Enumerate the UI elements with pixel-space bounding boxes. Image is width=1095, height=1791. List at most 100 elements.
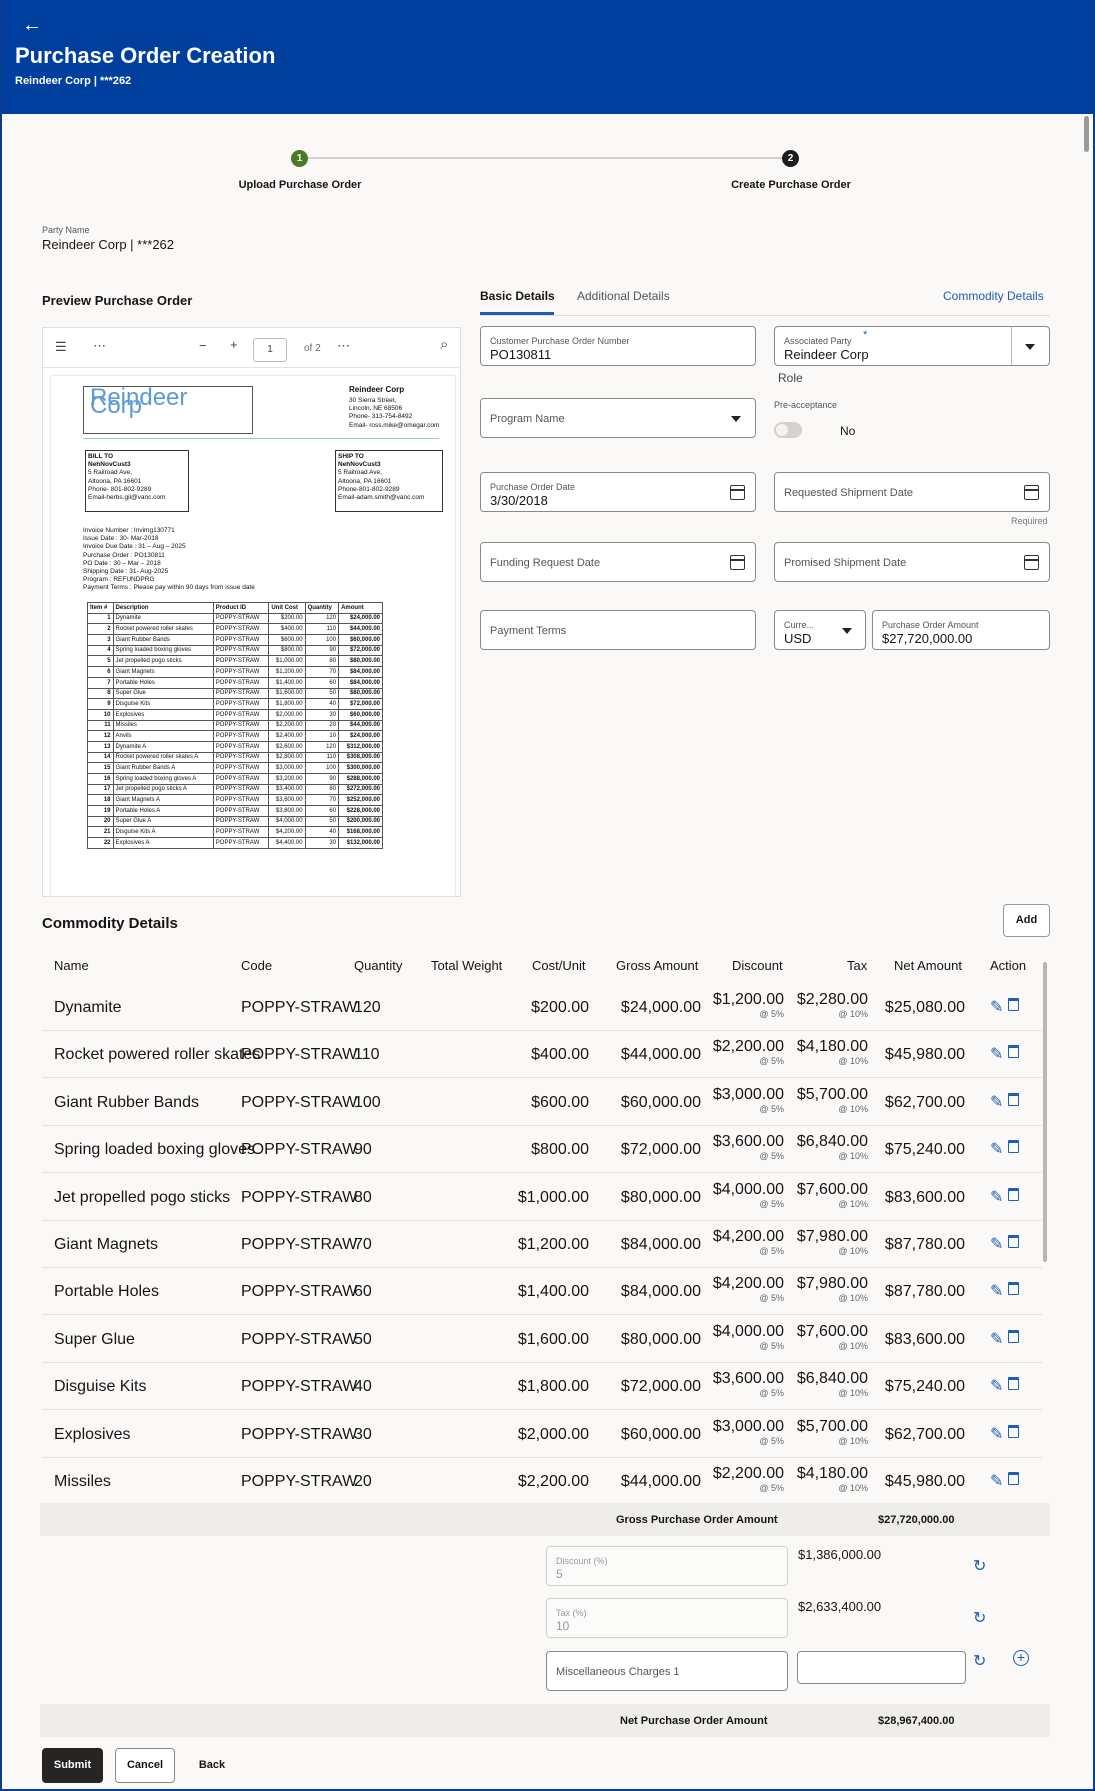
commodity-row[interactable]: Portable Holes POPPY-STRAW 60 $1,400.00 $84,…: [42, 1268, 1042, 1316]
doc-table-cell: POPPY-STRAW: [212, 644, 270, 657]
back-button[interactable]: Back: [192, 1748, 232, 1783]
customer-po-number-field[interactable]: Customer Purchase Order Number PO130811: [480, 326, 756, 366]
edit-icon[interactable]: ✎: [990, 1187, 1003, 1207]
delete-icon[interactable]: [1008, 1472, 1019, 1485]
funding-request-date-field[interactable]: Funding Request Date: [480, 542, 756, 582]
delete-icon[interactable]: [1008, 1187, 1019, 1201]
page-scrollbar[interactable]: [1083, 114, 1091, 1791]
tab-commodity-details[interactable]: Commodity Details: [943, 289, 1044, 303]
doc-table-cell: 10: [304, 730, 340, 742]
commodity-row[interactable]: Disguise Kits POPPY-STRAW 40 $1,800.00 $72,0…: [42, 1363, 1042, 1411]
commodity-row[interactable]: Jet propelled pogo sticks POPPY-STRAW 80 $1…: [42, 1174, 1042, 1221]
edit-icon[interactable]: ✎: [990, 997, 1003, 1017]
edit-icon[interactable]: ✎: [990, 1376, 1003, 1396]
commodity-title: Commodity Details: [42, 915, 178, 932]
delete-icon[interactable]: [1008, 1045, 1019, 1059]
pdf-menu-icon[interactable]: ☰: [55, 339, 67, 355]
commodity-row[interactable]: Giant Magnets POPPY-STRAW 70 $1,200.00 $84,0…: [42, 1221, 1042, 1268]
commodity-table-body[interactable]: Dynamite POPPY-STRAW 120 $200.00 $24,000.00 $…: [42, 984, 1042, 1498]
delete-icon[interactable]: [1008, 1235, 1019, 1248]
edit-icon[interactable]: ✎: [990, 1092, 1003, 1112]
delete-icon[interactable]: [1008, 1377, 1019, 1391]
edit-icon[interactable]: ✎: [990, 1281, 1003, 1301]
delete-icon[interactable]: [1008, 1282, 1019, 1296]
doc-table-cell: 50: [304, 815, 340, 828]
table-scrollbar[interactable]: [1043, 962, 1047, 1262]
payment-terms-field[interactable]: Payment Terms: [480, 610, 756, 650]
bill-to-line: NehNovCust3: [88, 461, 131, 469]
refresh-icon[interactable]: ↻: [973, 1608, 986, 1628]
doc-table-cell: POPPY-STRAW: [212, 623, 270, 636]
col-header-discount: Discount: [732, 958, 783, 973]
doc-table-cell: 15: [87, 762, 114, 774]
edit-icon[interactable]: ✎: [990, 1424, 1003, 1444]
pdf-page-input[interactable]: 1: [253, 338, 287, 362]
chevron-down-icon[interactable]: [842, 628, 852, 634]
calendar-icon[interactable]: [1024, 555, 1039, 570]
commodity-row[interactable]: Rocket powered roller skates POPPY-STRAW 1…: [42, 1031, 1042, 1079]
program-name-select[interactable]: Program Name: [480, 398, 756, 438]
commodity-quantity: 50: [354, 1330, 372, 1348]
doc-table-row: 9 Disguise Kits POPPY-STRAW $1,800.00 40 $72,…: [87, 698, 383, 710]
commodity-discount: $3,600.00 @ 5%: [713, 1133, 784, 1161]
commodity-quantity: 60: [354, 1283, 372, 1301]
misc-charges-field[interactable]: Miscellaneous Charges 1: [546, 1651, 788, 1691]
edit-icon[interactable]: ✎: [990, 1329, 1003, 1349]
pdf-more-icon-2[interactable]: ⋯: [337, 338, 350, 354]
requested-shipment-date-field[interactable]: Requested Shipment Date: [774, 472, 1050, 512]
edit-icon[interactable]: ✎: [990, 1044, 1003, 1064]
commodity-row[interactable]: Super Glue POPPY-STRAW 50 $1,600.00 $80,000.…: [42, 1316, 1042, 1363]
calendar-icon[interactable]: [1024, 485, 1039, 500]
pdf-search-icon[interactable]: ⌕: [440, 336, 448, 353]
commodity-net-amount: $62,700.00: [884, 1425, 965, 1443]
submit-button[interactable]: Submit: [42, 1748, 103, 1783]
delete-icon[interactable]: [1008, 1424, 1019, 1438]
commodity-row[interactable]: Dynamite POPPY-STRAW 120 $200.00 $24,000.00 $…: [42, 984, 1042, 1031]
edit-icon[interactable]: ✎: [990, 1471, 1003, 1491]
chevron-down-icon[interactable]: [731, 416, 741, 422]
commodity-row[interactable]: Explosives POPPY-STRAW 30 $2,000.00 $60,000.…: [42, 1411, 1042, 1458]
promised-shipment-date-field[interactable]: Promised Shipment Date: [774, 542, 1050, 582]
commodity-row[interactable]: Spring loaded boxing gloves POPPY-STRAW 90…: [42, 1126, 1042, 1174]
commodity-tax: $7,600.00 @ 10%: [797, 1323, 868, 1351]
refresh-icon[interactable]: ↻: [973, 1556, 986, 1576]
doc-table-cell: POPPY-STRAW: [212, 783, 270, 796]
zoom-out-button[interactable]: −: [199, 338, 207, 353]
calendar-icon[interactable]: [730, 555, 745, 570]
back-arrow-icon[interactable]: ←: [22, 14, 42, 37]
delete-icon[interactable]: [1008, 1140, 1019, 1154]
tax-rate: @ 10%: [838, 1293, 868, 1304]
tax-rate: @ 10%: [838, 1009, 868, 1019]
tab-additional-details[interactable]: Additional Details: [577, 289, 670, 303]
commodity-row[interactable]: Missiles POPPY-STRAW 20 $2,200.00 $44,000.00…: [42, 1458, 1042, 1498]
chevron-down-icon[interactable]: [1025, 344, 1035, 350]
discount-percent-field[interactable]: Discount (%) 5: [546, 1546, 788, 1586]
currency-select[interactable]: Curre... USD: [774, 610, 866, 650]
add-commodity-button[interactable]: Add: [1003, 904, 1050, 937]
zoom-in-button[interactable]: +: [230, 337, 238, 352]
misc-charges-amount-input[interactable]: [797, 1651, 966, 1684]
pre-acceptance-toggle[interactable]: [774, 422, 802, 438]
associated-party-select[interactable]: Associated Party * Reindeer Corp: [774, 326, 1050, 366]
commodity-row[interactable]: Giant Rubber Bands POPPY-STRAW 100 $600.00 $…: [42, 1079, 1042, 1126]
doc-table-cell: $24,000.00: [338, 612, 383, 625]
edit-icon[interactable]: ✎: [990, 1234, 1003, 1254]
po-amount-field[interactable]: Purchase Order Amount $27,720,000.00: [872, 610, 1050, 650]
pdf-preview[interactable]: ☰ ⋯ − + 1 of 2 ⋯ ⌕ Reindeer Corp Reindee…: [42, 327, 461, 897]
bill-to-line: Phone- 801-802-9289: [88, 485, 152, 493]
scrollbar-thumb[interactable]: [1084, 116, 1089, 152]
po-date-field[interactable]: Purchase Order Date 3/30/2018: [480, 472, 756, 512]
delete-icon[interactable]: [1008, 998, 1019, 1011]
cancel-button[interactable]: Cancel: [115, 1748, 175, 1783]
add-circle-icon[interactable]: +: [1013, 1650, 1029, 1666]
pre-acceptance-label: Pre-acceptance: [774, 400, 838, 410]
refresh-icon[interactable]: ↻: [973, 1651, 986, 1671]
tab-basic-details[interactable]: Basic Details: [480, 289, 555, 303]
delete-icon[interactable]: [1008, 1092, 1019, 1106]
doc-table-cell: 50: [304, 687, 340, 700]
calendar-icon[interactable]: [730, 485, 745, 500]
tax-percent-field[interactable]: Tax (%) 10: [546, 1598, 788, 1638]
delete-icon[interactable]: [1008, 1329, 1019, 1343]
edit-icon[interactable]: ✎: [990, 1139, 1003, 1159]
pdf-more-icon[interactable]: ⋯: [93, 338, 106, 354]
